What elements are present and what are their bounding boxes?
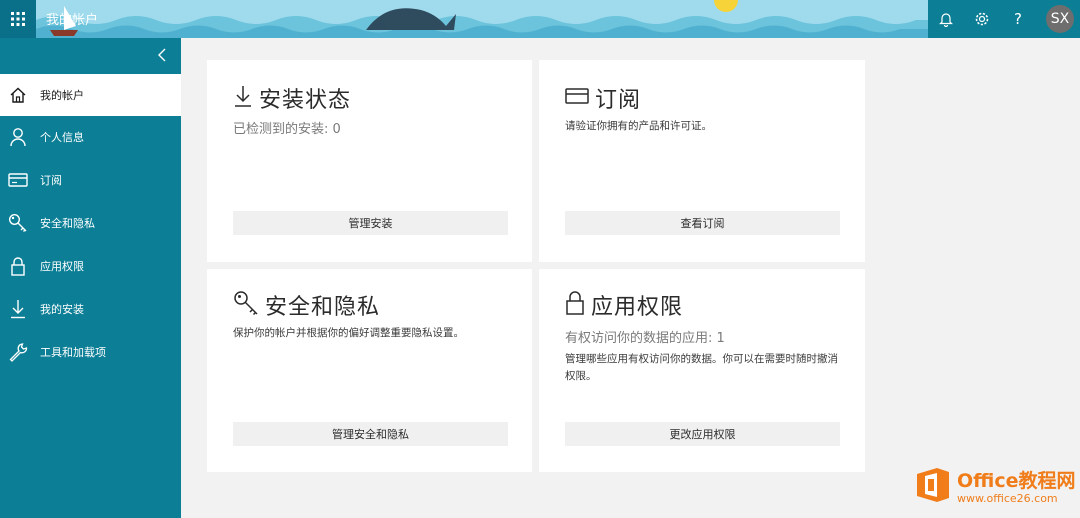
change-app-permissions-button[interactable]: 更改应用权限 [565, 422, 840, 446]
sidebar-item-label: 个人信息 [40, 131, 84, 144]
security-privacy-card: 安全和隐私 保护你的帐户并根据你的偏好调整重要隐私设置。 管理安全和隐私 [207, 269, 532, 472]
sidebar-item-security-privacy[interactable]: 安全和隐私 [0, 202, 181, 244]
sidebar-item-app-permissions[interactable]: 应用权限 [0, 245, 181, 287]
collapse-bar [0, 38, 181, 74]
download-icon [2, 288, 34, 330]
install-count: 已检测到的安装: 0 [233, 122, 341, 137]
card-description: 请验证你拥有的产品和许可证。 [565, 120, 712, 132]
card-title: 订阅 [595, 88, 642, 113]
avatar[interactable]: SX [1046, 5, 1074, 33]
card-title: 应用权限 [591, 295, 684, 320]
key-icon [2, 202, 34, 244]
card-header: 应用权限 [565, 289, 683, 321]
sidebar-item-label: 工具和加载项 [40, 346, 106, 359]
download-icon [233, 84, 253, 112]
card-title: 安全和隐私 [265, 295, 381, 320]
home-icon [2, 74, 34, 116]
sidebar-item-my-installs[interactable]: 我的安装 [0, 288, 181, 330]
top-bar: 我的帐户 ? SX [0, 0, 1080, 38]
sidebar: 我的帐户 个人信息 订阅 安全和隐私 应用权限 我的安装 工具和加载项 [0, 38, 181, 518]
help-icon[interactable]: ? [1000, 0, 1036, 38]
card-title: 安装状态 [259, 88, 352, 113]
help-glyph: ? [1014, 10, 1022, 28]
app-launcher-icon[interactable] [0, 0, 36, 38]
person-icon [2, 116, 34, 158]
card-header: 安全和隐私 [233, 289, 380, 321]
sidebar-item-label: 我的帐户 [40, 89, 84, 102]
card-header: 安装状态 [233, 82, 351, 114]
card-header: 订阅 [565, 82, 641, 114]
apps-with-access-count: 有权访问你的数据的应用: 1 [565, 331, 725, 346]
sidebar-item-my-account[interactable]: 我的帐户 [0, 74, 181, 116]
install-status-card: 安装状态 已检测到的安装: 0 管理安装 [207, 60, 532, 262]
watermark-url: www.office26.com [957, 491, 1058, 505]
sidebar-item-label: 应用权限 [40, 260, 84, 273]
sidebar-item-personal-info[interactable]: 个人信息 [0, 116, 181, 158]
chevron-left-icon[interactable] [157, 47, 167, 67]
subscription-card: 订阅 请验证你拥有的产品和许可证。 查看订阅 [539, 60, 865, 262]
card-icon [2, 159, 34, 201]
wrench-icon [2, 331, 34, 373]
sidebar-item-label: 订阅 [40, 174, 62, 187]
office-logo-icon [915, 466, 951, 508]
card-icon [565, 86, 589, 110]
gear-icon[interactable] [964, 0, 1000, 38]
card-description: 管理哪些应用有权访问你的数据。你可以在需要时随时撤消权限。 [565, 353, 838, 382]
card-description: 保护你的帐户并根据你的偏好调整重要隐私设置。 [233, 327, 464, 339]
lock-icon [565, 290, 585, 320]
header-banner [36, 0, 928, 38]
watermark-name: Office教程网 [957, 469, 1076, 492]
manage-security-privacy-button[interactable]: 管理安全和隐私 [233, 422, 508, 446]
app-permissions-card: 应用权限 有权访问你的数据的应用: 1 管理哪些应用有权访问你的数据。你可以在需… [539, 269, 865, 472]
sidebar-item-label: 安全和隐私 [40, 217, 95, 230]
sidebar-item-tools-addins[interactable]: 工具和加载项 [0, 331, 181, 373]
sidebar-item-subscription[interactable]: 订阅 [0, 159, 181, 201]
bell-icon[interactable] [928, 0, 964, 38]
office26-watermark: Office教程网 www.office26.com [915, 466, 1076, 508]
app-title: 我的帐户 [46, 13, 99, 28]
view-subscriptions-button[interactable]: 查看订阅 [565, 211, 840, 235]
sidebar-item-label: 我的安装 [40, 303, 84, 316]
manage-installs-button[interactable]: 管理安装 [233, 211, 508, 235]
watermark-text: Office教程网 www.office26.com [957, 470, 1076, 505]
key-icon [233, 290, 259, 320]
lock-icon [2, 245, 34, 287]
